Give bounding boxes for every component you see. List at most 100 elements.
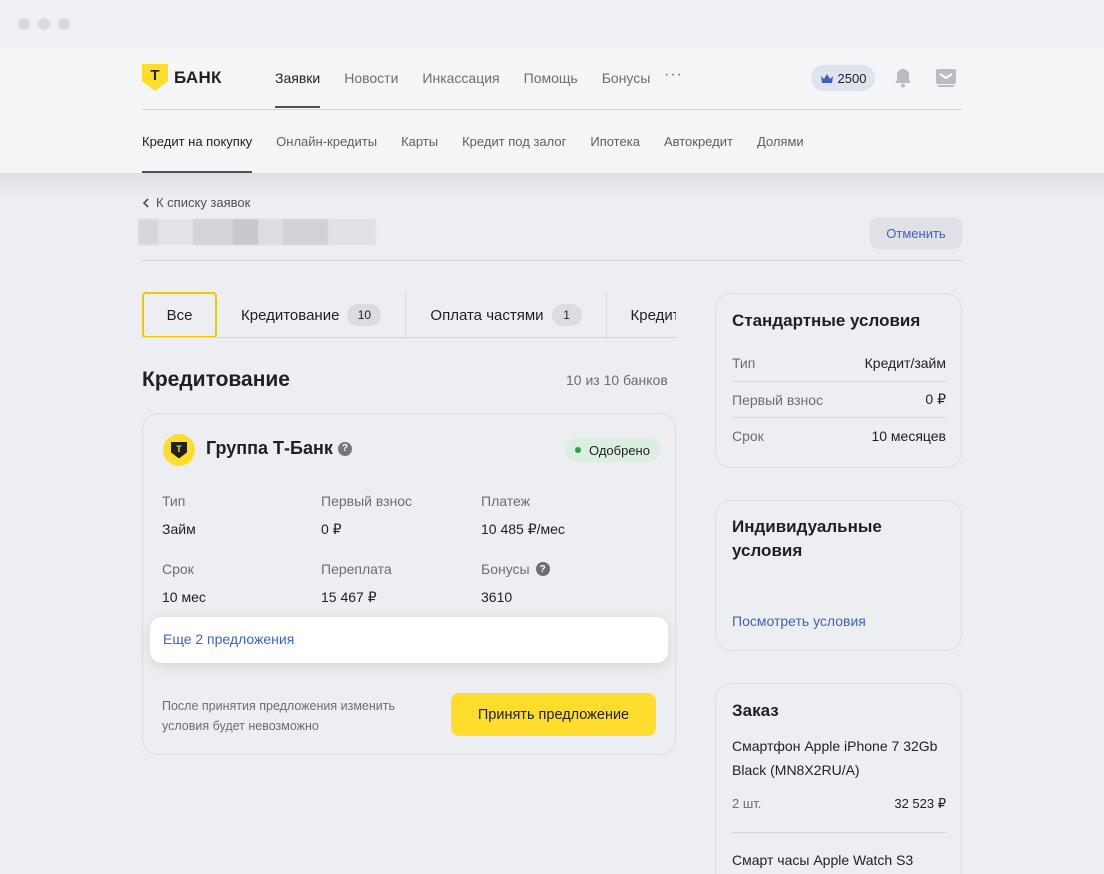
field-value: 0 ₽ — [321, 521, 342, 537]
help-question-icon[interactable]: ? — [337, 441, 352, 456]
window-minimize-dot[interactable] — [38, 18, 50, 30]
chevron-left-icon — [142, 197, 149, 208]
condition-row-type: Тип Кредит/займ — [732, 345, 946, 381]
topnav-item-bonuses[interactable]: Бонусы — [602, 70, 651, 86]
section-title: Кредитование — [142, 368, 290, 391]
bonus-points-value: 2500 — [837, 70, 867, 86]
condition-value: Кредит/займ — [864, 355, 946, 371]
page-header-divider — [142, 260, 962, 261]
standard-conditions-card: Стандартные условия Тип Кредит/займ Перв… — [715, 293, 962, 468]
offer-field-type: Тип Займ — [162, 493, 196, 537]
field-value: Займ — [162, 521, 196, 537]
tab-all[interactable]: Все — [142, 292, 217, 337]
field-label: Платеж — [481, 493, 530, 509]
window-close-dot[interactable] — [18, 18, 30, 30]
subnav-item-purchase-credit[interactable]: Кредит на покупку — [142, 134, 253, 174]
condition-row-down-payment: Первый взнос 0 ₽ — [732, 381, 946, 417]
condition-value: 0 ₽ — [925, 391, 946, 407]
subnav-item-auto-credit[interactable]: Автокредит — [664, 134, 733, 174]
order-item-price: 32 523 ₽ — [894, 796, 946, 811]
offer-category-tabs: Все Кредитование 10 Оплата частями 1 Кре… — [142, 292, 676, 338]
status-dot-icon — [575, 447, 581, 453]
banks-count: 10 из 10 банков — [566, 372, 668, 388]
field-label-text: Бонусы — [481, 561, 530, 577]
subnav-item-cards[interactable]: Карты — [401, 134, 438, 174]
topnav-item-collection[interactable]: Инкассация — [422, 70, 499, 86]
window-maximize-dot[interactable] — [58, 18, 70, 30]
field-value: 15 467 ₽ — [321, 589, 377, 605]
offer-field-down-payment: Первый взнос 0 ₽ — [321, 493, 412, 538]
tab-credit-cards[interactable]: Кредитные карты — [607, 292, 676, 337]
subnav-item-secured-credit[interactable]: Кредит под залог — [462, 134, 566, 174]
bank-logo-letter: Т — [171, 441, 187, 459]
brand-name: БАНК — [174, 67, 222, 87]
field-label: Бонусы ? — [481, 561, 550, 577]
field-value: 10 мес — [162, 589, 206, 605]
accept-offer-button[interactable]: Принять предложение — [451, 693, 656, 736]
window-titlebar — [0, 0, 1104, 48]
bell-icon[interactable] — [893, 67, 913, 93]
more-menu-icon[interactable]: ··· — [664, 66, 683, 84]
header-divider — [142, 109, 962, 110]
bonus-points-badge[interactable]: 2500 — [811, 65, 875, 91]
individual-conditions-card: Индивидуальные условия Посмотреть услови… — [715, 500, 962, 651]
more-offers-link[interactable]: Еще 2 предложения — [150, 617, 668, 663]
tab-label: Все — [166, 306, 193, 324]
product-subnavigation: Кредит на покупку Онлайн-кредиты Карты К… — [142, 134, 828, 174]
field-label: Срок — [162, 561, 194, 577]
tab-label: Оплата частями — [430, 306, 544, 324]
field-label: Переплата — [321, 561, 392, 577]
topnav-item-help[interactable]: Помощь — [524, 70, 578, 86]
topnav-item-applications[interactable]: Заявки — [275, 70, 321, 108]
back-to-list-link[interactable]: К списку заявок — [142, 195, 250, 210]
subnav-item-mortgage[interactable]: Ипотека — [590, 134, 640, 174]
card-title: Заказ — [732, 701, 779, 720]
offer-field-overpayment: Переплата 15 467 ₽ — [321, 561, 392, 606]
subnav-item-online-credits[interactable]: Онлайн-кредиты — [276, 134, 377, 174]
inbox-icon[interactable] — [935, 68, 957, 93]
view-conditions-link[interactable]: Посмотреть условия — [732, 613, 866, 629]
field-value: 3610 — [481, 589, 513, 605]
field-value: 10 485 ₽/мес — [481, 521, 565, 537]
condition-value: 10 месяцев — [871, 427, 946, 444]
condition-row-term: Срок 10 месяцев — [732, 417, 946, 453]
card-title: Индивидуальные условия — [732, 517, 882, 560]
topnav-item-news[interactable]: Новости — [344, 70, 398, 86]
brand-logo[interactable]: Т БАНК — [142, 64, 222, 91]
cancel-button[interactable]: Отменить — [870, 217, 962, 249]
status-label: Одобрено — [589, 442, 650, 458]
field-label: Первый взнос — [321, 493, 413, 509]
redacted-application-title — [138, 219, 376, 245]
order-divider — [732, 832, 946, 833]
offer-field-term: Срок 10 мес — [162, 561, 206, 605]
crown-icon — [820, 73, 833, 83]
bank-name-label: Группа Т-Банк — [206, 438, 333, 458]
offer-disclaimer: После принятия предложения изменить усло… — [162, 699, 395, 733]
tab-lending[interactable]: Кредитование 10 — [217, 292, 407, 337]
back-link-label: К списку заявок — [156, 195, 251, 210]
order-card: Заказ Смартфон Apple iPhone 7 32Gb Black… — [715, 683, 962, 874]
condition-label: Срок — [732, 427, 764, 444]
order-item-name: Смарт часы Apple Watch S3 — [732, 852, 914, 868]
card-title: Стандартные условия — [732, 311, 921, 330]
tab-count-badge: 10 — [347, 304, 382, 326]
order-item-name: Смартфон Apple iPhone 7 32Gb Black (MN8X… — [732, 738, 938, 778]
offer-field-payment: Платеж 10 485 ₽/мес — [481, 493, 565, 538]
bank-logo-icon: Т — [163, 434, 195, 466]
tab-count-badge: 1 — [551, 304, 582, 326]
tab-installments[interactable]: Оплата частями 1 — [406, 292, 607, 337]
field-label: Тип — [162, 493, 186, 509]
tab-label: Кредитование — [241, 306, 340, 324]
condition-label: Первый взнос — [732, 391, 824, 408]
subnav-item-installments[interactable]: Долями — [757, 134, 804, 174]
shield-logo-icon: Т — [142, 64, 168, 91]
tab-label: Кредитные карты — [630, 306, 676, 324]
condition-label: Тип — [732, 355, 756, 371]
order-item-meta: 2 шт. 32 523 ₽ — [732, 796, 946, 812]
offer-field-bonuses: Бонусы ? 3610 — [481, 561, 550, 605]
status-badge: Одобрено — [565, 438, 660, 462]
help-question-icon[interactable]: ? — [535, 562, 550, 576]
top-navigation: Заявки Новости Инкассация Помощь Бонусы — [275, 70, 674, 108]
order-item-qty: 2 шт. — [732, 796, 762, 811]
bank-name: Группа Т-Банк ? — [206, 438, 352, 459]
